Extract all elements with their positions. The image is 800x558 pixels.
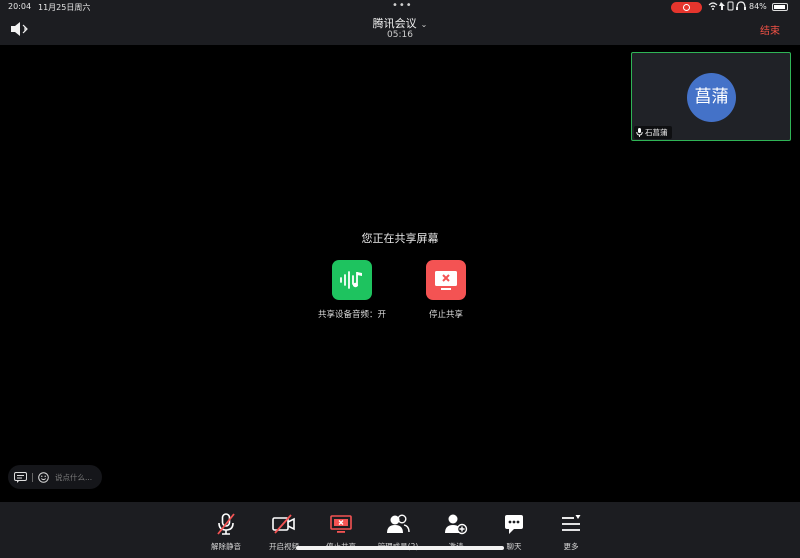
more-icon (543, 512, 599, 536)
mic-muted-icon (198, 512, 254, 536)
share-audio-label: 共享设备音频：开 (317, 310, 386, 320)
system-status-icons (708, 1, 746, 13)
more-button[interactable]: 更多 (543, 512, 599, 552)
meeting-title[interactable]: 腾讯会议 ⌄ (0, 15, 800, 31)
toolbar-label: 更多 (563, 542, 579, 551)
wifi-location-headphone-icons (708, 1, 746, 11)
mic-icon (636, 128, 643, 137)
multitask-dots-icon[interactable]: ••• (392, 0, 413, 11)
participant-name: 石菖蒲 (645, 128, 668, 137)
participant-thumbnail[interactable]: 菖蒲 石菖蒲 (631, 52, 791, 141)
meeting-header: 腾讯会议 ⌄ 05:16 结束 (0, 14, 800, 45)
battery-icon (772, 3, 788, 11)
audio-share-icon (332, 260, 372, 300)
video-off-icon (256, 512, 312, 536)
share-device-audio-button[interactable]: 共享设备音频：开 (302, 260, 402, 320)
stop-share-center-button[interactable]: 停止共享 (396, 260, 496, 320)
battery-percentage: 84% (749, 2, 767, 11)
emoji-icon[interactable] (38, 471, 49, 483)
meeting-title-text: 腾讯会议 (372, 17, 417, 30)
chat-icon (486, 512, 542, 536)
chat-input[interactable]: 说点什么... (8, 465, 102, 489)
stop-share-icon (313, 512, 369, 536)
end-meeting-button[interactable]: 结束 (760, 22, 780, 37)
unmute-button[interactable]: 解除静音 (198, 512, 254, 552)
members-icon (370, 512, 426, 536)
toolbar-label: 解除静音 (211, 542, 241, 551)
share-status-title: 您正在共享屏幕 (361, 232, 439, 245)
stop-share-icon (426, 260, 466, 300)
meeting-elapsed-time: 05:16 (387, 30, 413, 40)
chevron-down-icon: ⌄ (420, 20, 428, 29)
status-bar: 20:04 11月25日周六 ••• 84% (0, 0, 800, 14)
chat-placeholder: 说点什么... (55, 472, 93, 482)
status-time: 20:04 (8, 2, 32, 11)
screen-recording-indicator[interactable] (671, 2, 702, 13)
avatar: 菖蒲 (687, 73, 736, 122)
stop-share-label: 停止共享 (428, 310, 463, 320)
status-date: 11月25日周六 (38, 3, 91, 12)
participant-name-tag: 石菖蒲 (634, 126, 672, 139)
chat-bubble-icon[interactable] (14, 471, 27, 483)
invite-icon (428, 512, 484, 536)
home-indicator[interactable] (296, 546, 504, 550)
